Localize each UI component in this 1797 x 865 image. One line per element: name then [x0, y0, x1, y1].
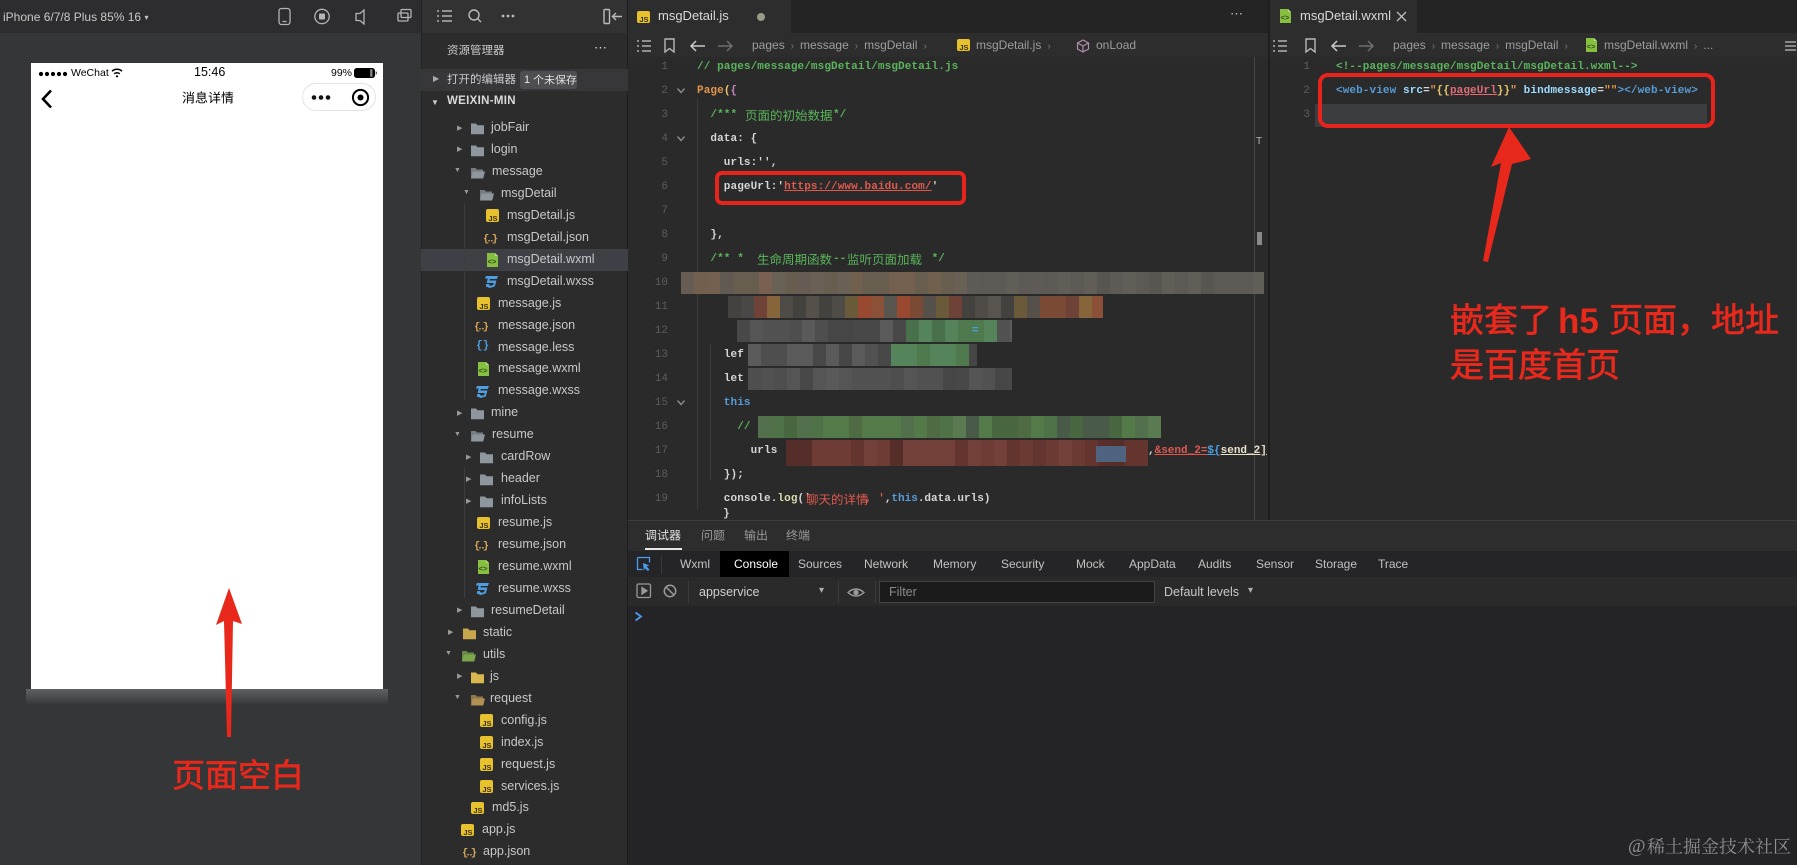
svg-text:<>: <> [1587, 42, 1596, 51]
svg-text:{..}: {..} [474, 321, 489, 333]
svg-text:<>: <> [1281, 13, 1290, 22]
svg-text:{..}: {..} [483, 233, 498, 245]
svg-text:<>: <> [488, 257, 497, 266]
svg-text:{..}: {..} [462, 848, 477, 860]
svg-text:<>: <> [479, 564, 488, 573]
svg-text:{..}: {..} [474, 541, 489, 553]
svg-text:<>: <> [479, 366, 488, 375]
